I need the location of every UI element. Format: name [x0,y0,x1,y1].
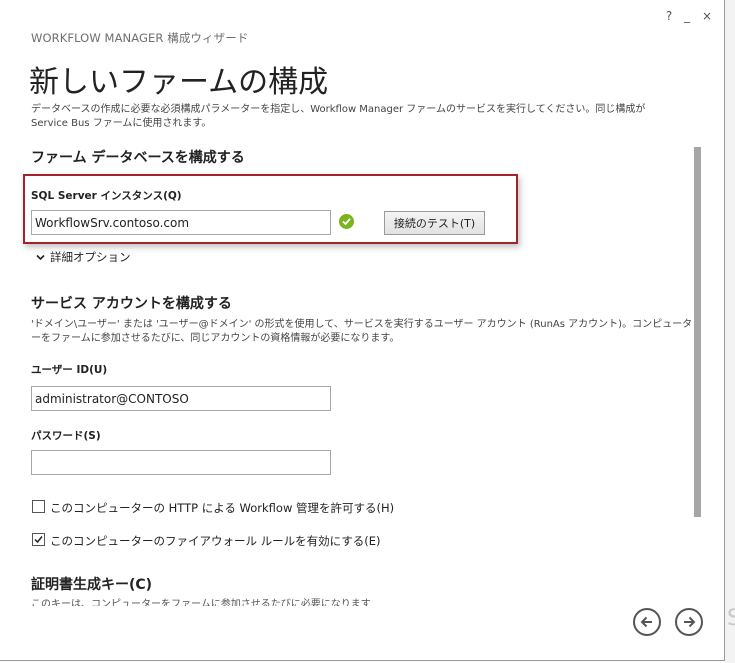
arrow-right-circle-icon [684,616,696,628]
user-id-label: ユーザー ID(U) [31,364,108,376]
arrow-left-circle-icon [640,616,652,628]
scrollbar-thumb[interactable] [694,147,701,517]
close-button[interactable]: × [702,9,716,23]
page-title: 新しいファームの構成 [29,65,329,100]
page-description: データベースの作成に必要な必須構成パラメーターを指定し、Workflow Man… [31,104,646,129]
background-strip [725,0,735,663]
farm-database-heading: ファーム データベースを構成する [31,150,245,166]
check-circle-icon [339,214,354,229]
password-label: パスワード(S) [31,430,101,442]
http-management-label: このコンピューターの HTTP による Workflow 管理を許可する(H) [50,501,395,515]
service-account-heading: サービス アカウントを構成する [31,296,232,312]
firewall-rules-option[interactable]: このコンピューターのファイアウォール ルールを有効にする(E) [32,533,381,549]
advanced-options-toggle[interactable]: 詳細オプション [36,249,131,265]
http-management-checkbox[interactable] [32,500,45,513]
sql-instance-label: SQL Server インスタンス(Q) [31,190,182,202]
firewall-rules-label: このコンピューターのファイアウォール ルールを有効にする(E) [50,534,381,548]
chevron-down-icon [36,253,50,264]
service-account-description: 'ドメイン\ユーザー' または 'ユーザー@ドメイン' の形式を使用して、サービ… [31,319,693,344]
test-connection-button[interactable]: 接続のテスト(T) [384,211,485,235]
user-id-input[interactable] [31,386,331,411]
background-glyph: S [727,606,735,631]
back-button[interactable] [633,608,661,636]
next-button[interactable] [675,608,703,636]
wizard-window: ? _ × WORKFLOW MANAGER 構成ウィザード 新しいファームの構… [0,0,725,661]
window-controls: ? _ × [666,9,716,23]
certificate-key-description: このキーは、コンピューターをファームに参加させるたびに必要になります [31,599,371,606]
minimize-button[interactable]: _ [684,9,694,23]
advanced-options-label: 詳細オプション [50,250,131,264]
password-input[interactable] [31,450,331,475]
app-title: WORKFLOW MANAGER 構成ウィザード [31,31,249,45]
help-button[interactable]: ? [666,9,676,23]
firewall-rules-checkbox[interactable] [32,533,45,546]
certificate-key-heading: 証明書生成キー(C) [31,577,153,593]
http-management-option[interactable]: このコンピューターの HTTP による Workflow 管理を許可する(H) [32,500,394,516]
sql-instance-input[interactable] [31,210,331,235]
